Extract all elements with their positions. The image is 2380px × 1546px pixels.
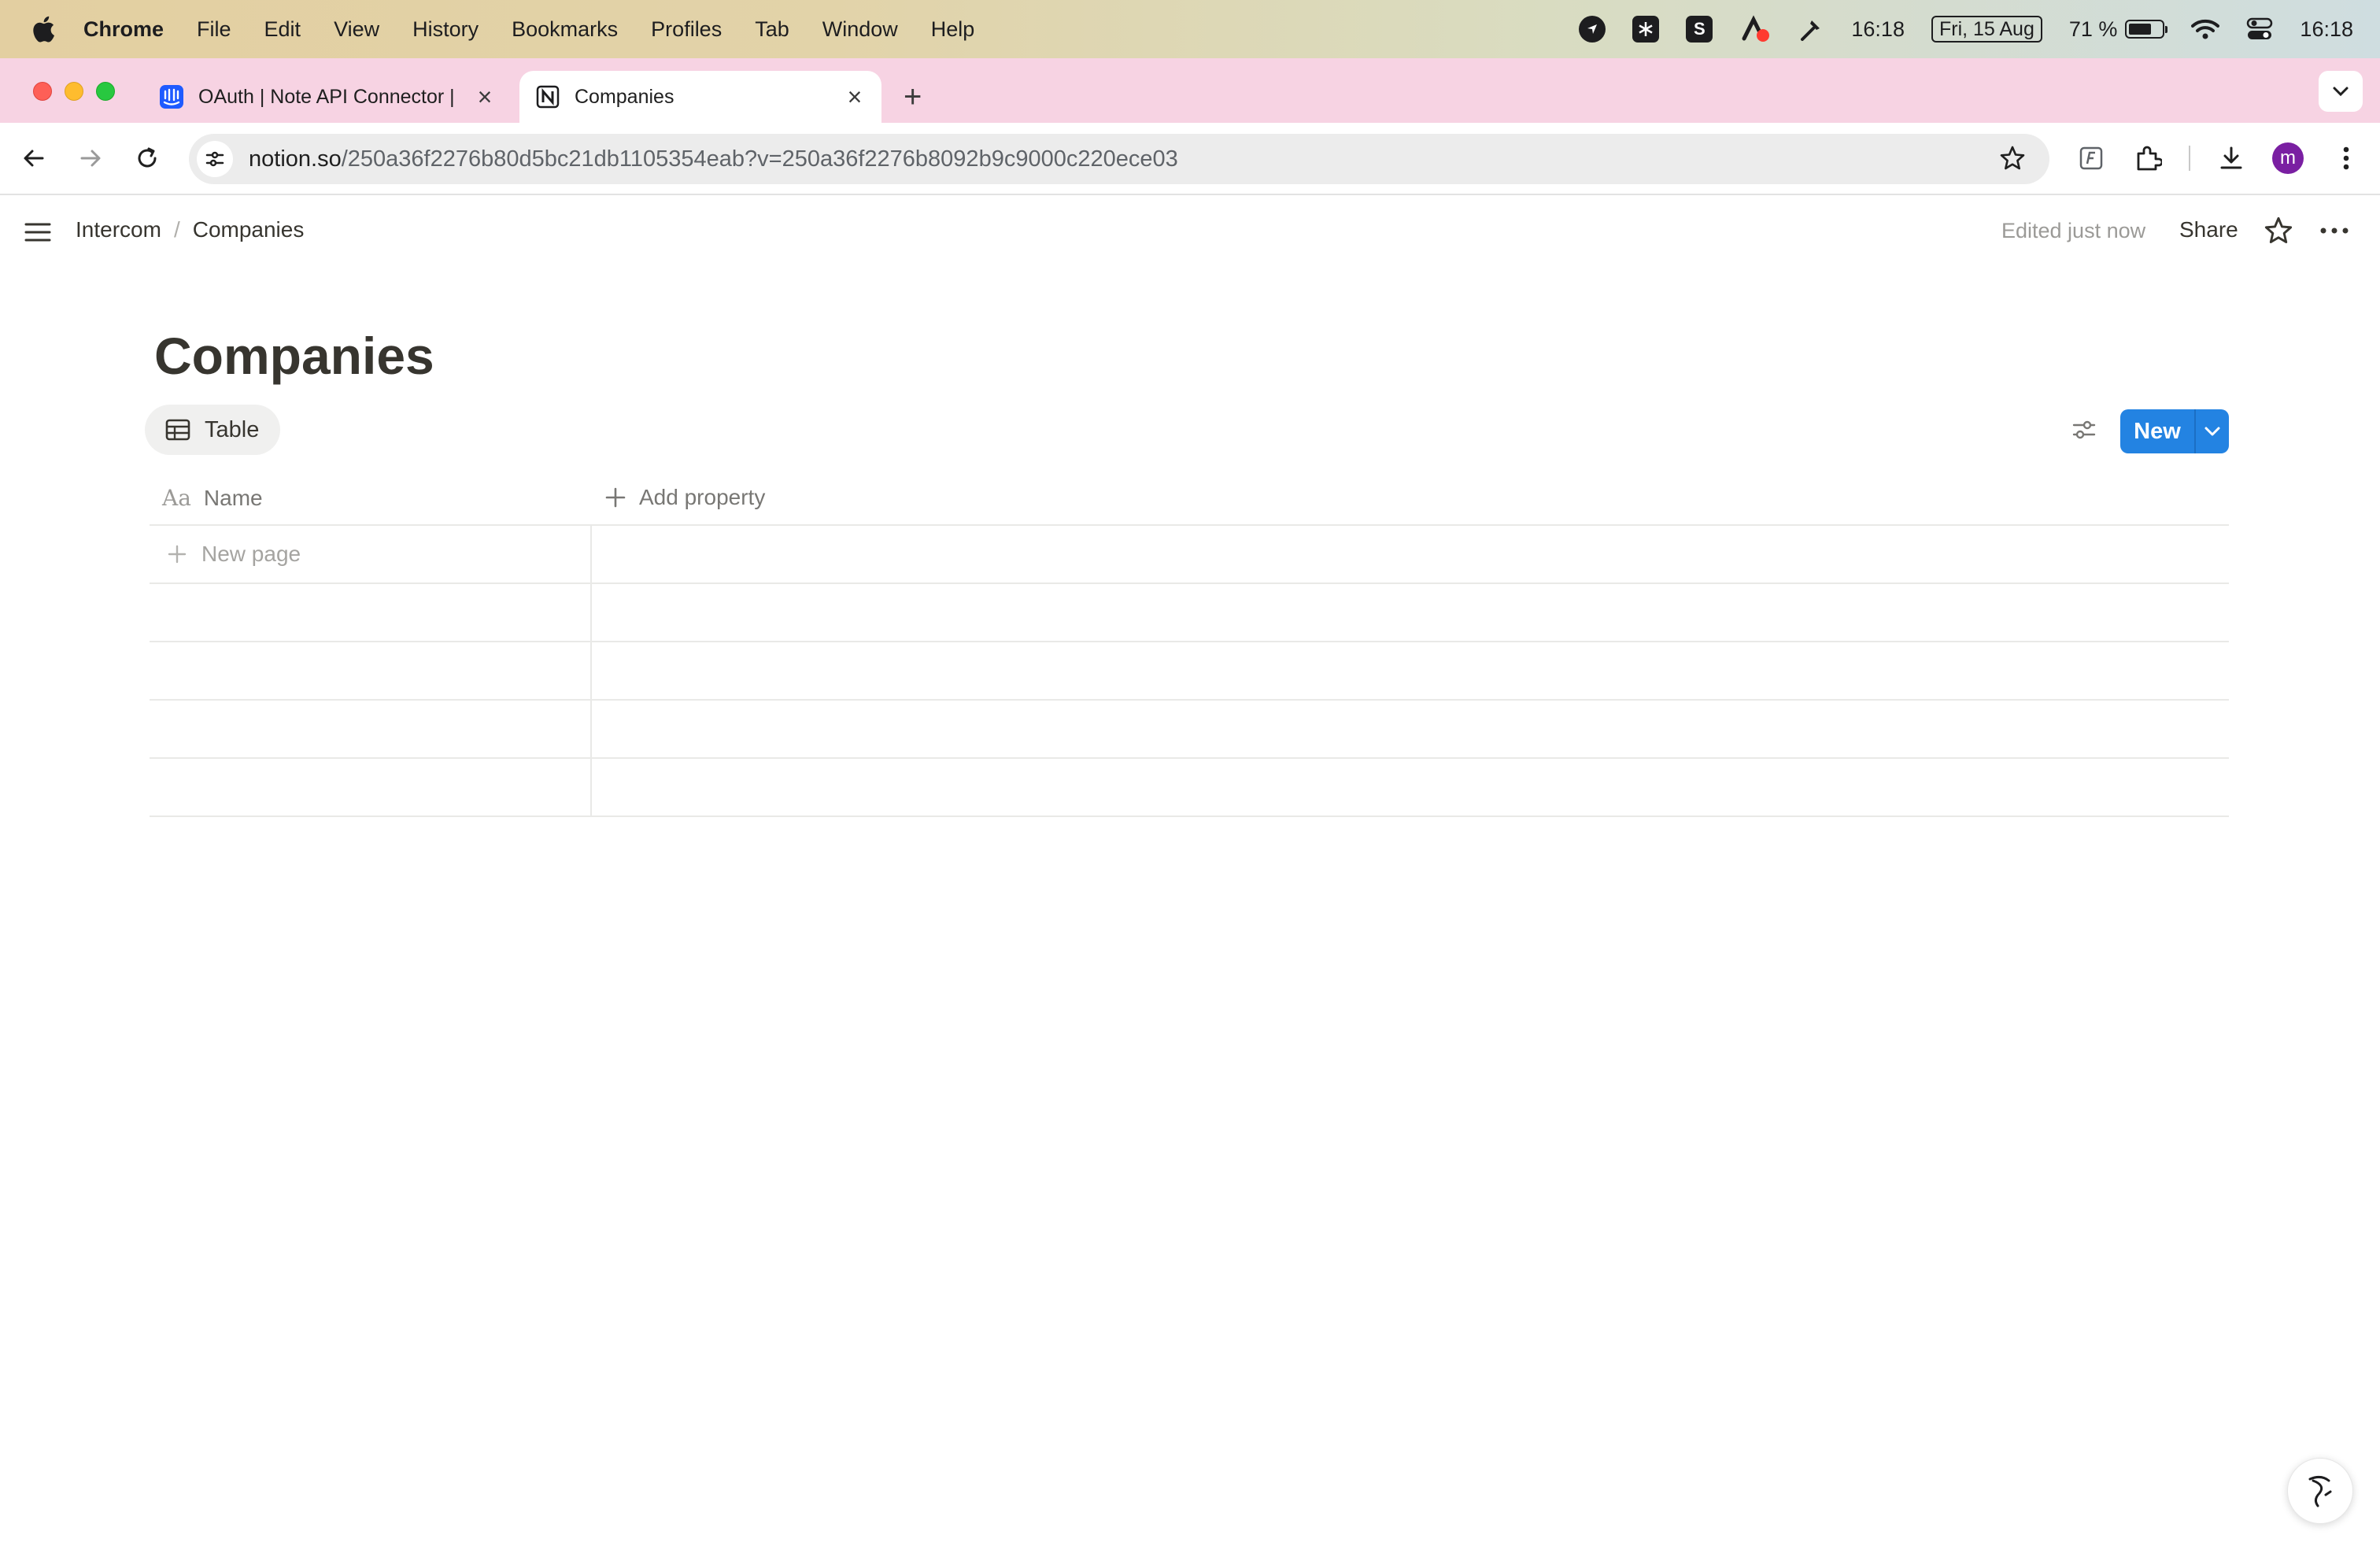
menubar-clock[interactable]: 16:18 [2300, 17, 2353, 42]
url-host: notion.so [249, 146, 342, 172]
menu-app-name[interactable]: Chrome [83, 17, 164, 42]
text-property-icon: Aa [162, 485, 191, 511]
view-settings-icon[interactable] [2071, 417, 2097, 446]
new-button-label: New [2134, 418, 2181, 444]
plus-icon [167, 544, 187, 564]
intercom-favicon-icon [160, 85, 183, 109]
menu-view[interactable]: View [334, 17, 379, 42]
menubar-clock-primary[interactable]: 16:18 [1851, 17, 1905, 42]
plus-icon [604, 486, 626, 509]
table-row[interactable] [150, 759, 2229, 817]
forward-button[interactable] [72, 140, 109, 176]
menu-help[interactable]: Help [931, 17, 975, 42]
add-property-label: Add property [639, 485, 766, 509]
edited-status: Edited just now [2001, 219, 2146, 242]
table-row[interactable] [150, 642, 2229, 701]
extensions-icon[interactable] [2130, 140, 2166, 176]
menu-bookmarks[interactable]: Bookmarks [512, 17, 618, 42]
menu-file[interactable]: File [197, 17, 231, 42]
table-row[interactable] [150, 701, 2229, 759]
tune-icon [205, 151, 224, 167]
tab-companies[interactable]: Companies × [519, 71, 881, 123]
s-badge-label: S [1686, 16, 1713, 43]
database-table: Aa Name Add property New page [150, 469, 2229, 817]
notion-ai-face-icon [2308, 1475, 2332, 1507]
tab-close-icon[interactable]: × [839, 83, 870, 112]
menu-edit[interactable]: Edit [264, 17, 301, 42]
new-tab-button[interactable]: + [904, 77, 922, 117]
recording-app-icon[interactable] [1739, 15, 1771, 43]
apple-logo-icon[interactable] [31, 15, 55, 43]
address-bar[interactable]: notion.so/250a36f2276b80d5bc21db1105354e… [189, 134, 2049, 184]
control-center-icon[interactable] [2246, 17, 2273, 41]
add-property-button[interactable]: Add property [604, 485, 765, 510]
battery-icon[interactable] [2125, 20, 2168, 39]
column-header-name[interactable]: Aa Name [162, 485, 263, 511]
menubar-date[interactable]: Fri, 15 Aug [1931, 16, 2042, 43]
bookmark-star-icon[interactable] [1999, 145, 2026, 178]
table-header: Aa Name Add property [150, 469, 2229, 526]
breadcrumb-companies[interactable]: Companies [193, 217, 305, 242]
menu-tab[interactable]: Tab [755, 17, 789, 42]
status-area: S 16:18 Fri, 15 Aug 71 % 16:18 [1552, 0, 2353, 58]
tab-title: Companies [575, 85, 674, 108]
toolbar-divider [2188, 140, 2191, 176]
new-dropdown-button[interactable] [2196, 426, 2229, 437]
chevron-down-icon [2204, 427, 2220, 436]
arrow-left-icon [24, 150, 44, 167]
menu-profiles[interactable]: Profiles [651, 17, 722, 42]
new-button[interactable]: New [2120, 409, 2229, 453]
favorite-star-icon[interactable] [2264, 216, 2293, 250]
back-button[interactable] [16, 140, 52, 176]
reader-mode-icon[interactable] [2073, 140, 2109, 176]
notion-topbar: Intercom / Companies Edited just now Sha… [0, 197, 2380, 268]
location-arrow-icon[interactable] [1579, 16, 1606, 43]
table-row[interactable]: New page [150, 526, 2229, 584]
window-zoom-button[interactable] [96, 82, 115, 101]
reload-button[interactable] [129, 140, 165, 176]
snowflake-app-icon[interactable] [1632, 16, 1660, 43]
more-options-icon[interactable] [2319, 216, 2350, 250]
profile-avatar[interactable]: m [2270, 140, 2306, 176]
table-row[interactable] [150, 584, 2229, 642]
tools-icon[interactable] [1798, 16, 1824, 43]
column-name-label: Name [203, 485, 263, 510]
macos-menubar: Chrome File Edit View History Bookmarks … [0, 0, 2380, 58]
breadcrumb-intercom[interactable]: Intercom [76, 217, 161, 242]
chrome-menu-icon[interactable] [2328, 140, 2364, 176]
skype-icon[interactable]: S [1686, 16, 1713, 43]
menu-window[interactable]: Window [822, 17, 898, 42]
window-close-button[interactable] [33, 82, 52, 101]
tab-title: OAuth | Note API Connector | [198, 85, 455, 108]
tab-close-icon[interactable]: × [469, 83, 501, 112]
avatar-letter: m [2272, 142, 2304, 174]
breadcrumb: Intercom / Companies [76, 217, 304, 242]
browser-tab-strip: OAuth | Note API Connector | × Companies… [0, 58, 2380, 123]
url-path: /250a36f2276b80d5bc21db1105354eab?v=250a… [341, 146, 1178, 172]
reload-icon [138, 147, 157, 168]
downloads-icon[interactable] [2213, 140, 2249, 176]
new-page-button[interactable]: New page [167, 542, 301, 567]
tab-table-view[interactable]: Table [145, 405, 280, 455]
view-tab-label: Table [205, 416, 260, 442]
notion-favicon-icon [536, 85, 560, 109]
site-info-button[interactable] [197, 141, 233, 177]
chevron-down-icon [2333, 87, 2349, 97]
browser-toolbar: notion.so/250a36f2276b80d5bc21db1105354e… [0, 123, 2380, 195]
new-page-label: New page [201, 542, 301, 566]
breadcrumb-separator: / [173, 217, 180, 242]
tab-oauth[interactable]: OAuth | Note API Connector | × [142, 71, 512, 123]
battery-percent: 71 % [2068, 17, 2118, 41]
help-button[interactable] [2287, 1458, 2353, 1524]
arrow-right-icon [80, 150, 101, 167]
table-icon [165, 419, 190, 441]
window-minimize-button[interactable] [65, 82, 83, 101]
page-title[interactable]: Companies [154, 324, 434, 387]
share-button[interactable]: Share [2179, 217, 2238, 242]
sidebar-toggle-icon[interactable] [24, 220, 52, 248]
wifi-icon[interactable] [2191, 18, 2220, 40]
menu-history[interactable]: History [412, 17, 479, 42]
tab-search-button[interactable] [2319, 71, 2363, 112]
